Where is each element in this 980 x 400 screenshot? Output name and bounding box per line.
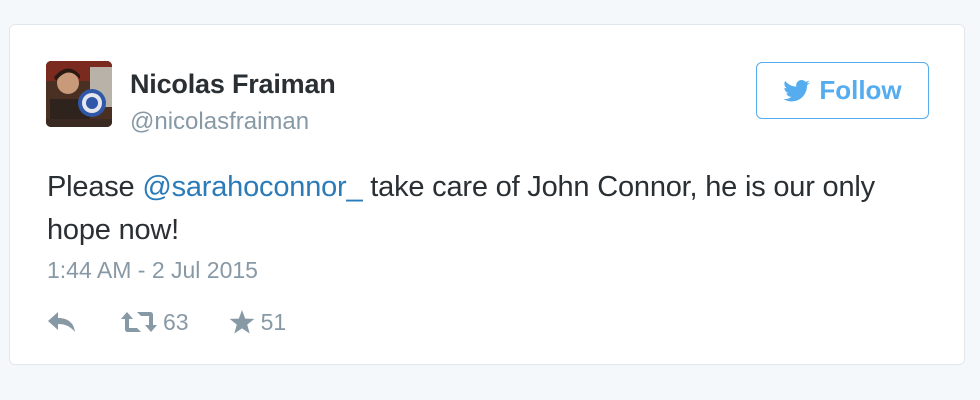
author-avatar[interactable] [46, 61, 112, 127]
retweet-button[interactable]: 63 [121, 309, 189, 336]
avatar-photo-icon [46, 61, 112, 127]
author-handle[interactable]: @nicolasfraiman [130, 108, 309, 136]
reply-button[interactable] [47, 311, 77, 333]
page-background: Nicolas Fraiman @nicolasfraiman Follow P… [0, 0, 980, 400]
retweet-icon [121, 312, 157, 332]
reply-icon [48, 312, 75, 332]
twitter-bird-icon [783, 79, 811, 101]
mention-link[interactable]: @sarahoconnor_ [142, 171, 362, 203]
retweet-count: 63 [163, 308, 189, 335]
tweet-actions: 63 51 [47, 307, 286, 337]
tweet-card: Nicolas Fraiman @nicolasfraiman Follow P… [9, 24, 965, 365]
favorite-count: 51 [260, 308, 287, 335]
author-name[interactable]: Nicolas Fraiman [130, 69, 336, 100]
tweet-timestamp[interactable]: 1:44 AM - 2 Jul 2015 [47, 257, 258, 284]
follow-button-label: Follow [819, 75, 902, 105]
tweet-text-before: Please [47, 171, 143, 203]
tweet-text: Please @sarahoconnor_ take care of John … [47, 166, 927, 252]
star-icon [229, 309, 254, 333]
follow-button[interactable]: Follow [756, 62, 929, 119]
favorite-button[interactable]: 51 [229, 308, 287, 336]
